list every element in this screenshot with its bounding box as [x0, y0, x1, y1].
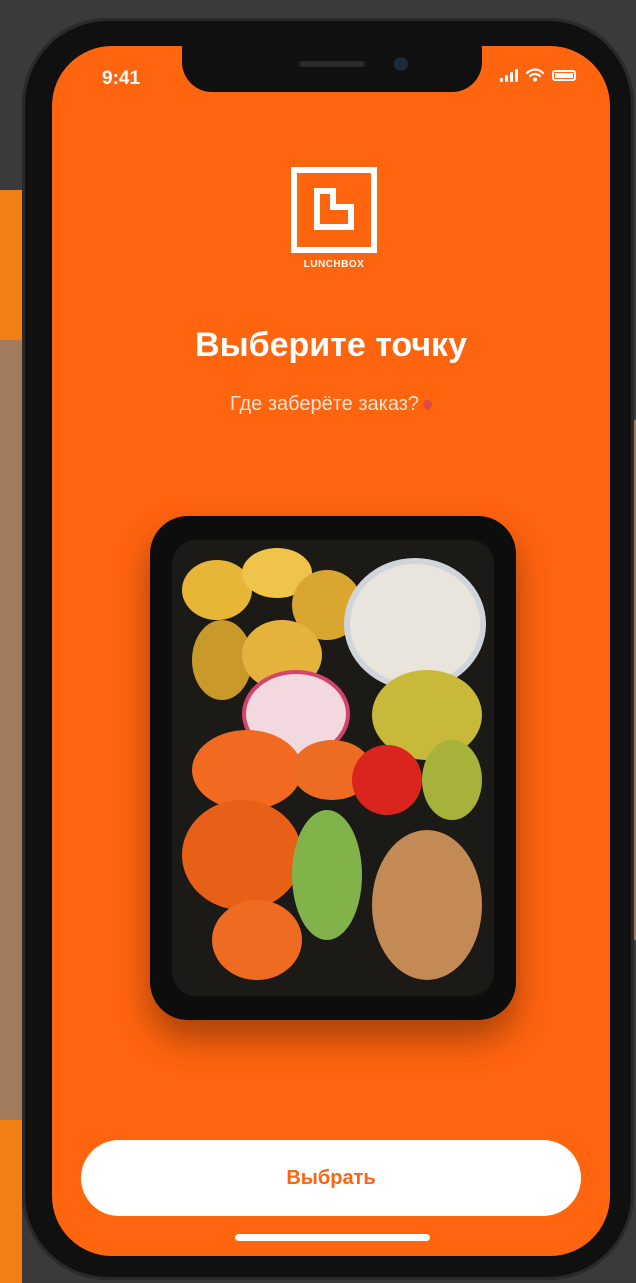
- subtitle-text: Где заберёте заказ?: [229, 393, 420, 415]
- status-icons: [500, 68, 576, 82]
- location-pin-icon: [421, 398, 434, 412]
- food-photo: [172, 540, 494, 996]
- phone-frame: 9:41 LUNCHBOX Выберите точку Где заберёт…: [22, 18, 634, 1280]
- logo-text: LUNCHBOX: [303, 259, 365, 270]
- battery-icon: [552, 69, 576, 81]
- app-screen: 9:41 LUNCHBOX Выберите точку Где заберёт…: [52, 46, 610, 1256]
- signal-icon: [500, 68, 518, 82]
- wifi-icon: [526, 68, 544, 82]
- speaker: [299, 61, 365, 67]
- lunchbox-logo-icon: [291, 167, 377, 253]
- status-time: 9:41: [102, 68, 141, 89]
- logo: LUNCHBOX: [289, 167, 379, 270]
- page-subtitle: Где заберёте заказ?: [52, 393, 610, 416]
- home-indicator[interactable]: [235, 1234, 430, 1241]
- notch: [182, 46, 482, 92]
- choose-button[interactable]: Выбрать: [81, 1140, 581, 1216]
- lunchbox-food-image: [150, 516, 516, 1020]
- camera: [394, 57, 408, 71]
- page-title: Выберите точку: [195, 326, 467, 364]
